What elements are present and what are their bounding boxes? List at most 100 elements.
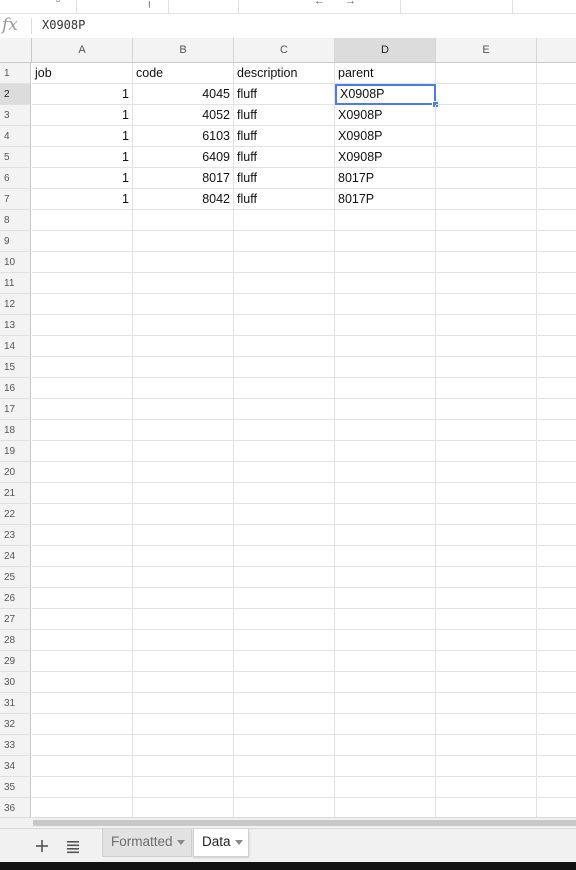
cell-a16[interactable]: [32, 378, 133, 399]
cell-e29[interactable]: [436, 651, 537, 672]
cell-a19[interactable]: [32, 441, 133, 462]
cell-b11[interactable]: [133, 273, 234, 294]
row-header[interactable]: 2: [0, 84, 31, 105]
cell-a35[interactable]: [32, 777, 133, 798]
cell-e33[interactable]: [436, 735, 537, 756]
cell-overflow[interactable]: [537, 231, 576, 252]
row-header[interactable]: 25: [0, 567, 31, 588]
cell-c17[interactable]: [234, 399, 335, 420]
cell-c18[interactable]: [234, 420, 335, 441]
cell-c3[interactable]: fluff: [234, 105, 335, 126]
cell-e2[interactable]: [436, 84, 537, 105]
cell-overflow[interactable]: [537, 735, 576, 756]
toolbar-icon[interactable]: ╷: [146, 0, 153, 8]
cell-d35[interactable]: [335, 777, 436, 798]
row-header[interactable]: 4: [0, 126, 31, 147]
cell-b36[interactable]: [133, 798, 234, 817]
cell-b34[interactable]: [133, 756, 234, 777]
row-header[interactable]: 11: [0, 273, 31, 294]
row-header[interactable]: 24: [0, 546, 31, 567]
row-header[interactable]: 31: [0, 693, 31, 714]
cell-e20[interactable]: [436, 462, 537, 483]
cell-a8[interactable]: [32, 210, 133, 231]
cell-d33[interactable]: [335, 735, 436, 756]
cell-c35[interactable]: [234, 777, 335, 798]
cell-overflow[interactable]: [537, 357, 576, 378]
row-header[interactable]: 34: [0, 756, 31, 777]
cell-d3[interactable]: X0908P: [335, 105, 436, 126]
cell-e28[interactable]: [436, 630, 537, 651]
row-header[interactable]: 17: [0, 399, 31, 420]
cell-c13[interactable]: [234, 315, 335, 336]
formula-input[interactable]: X0908P: [42, 18, 85, 32]
cell-a26[interactable]: [32, 588, 133, 609]
cell-b7[interactable]: 8042: [133, 189, 234, 210]
cell-a7[interactable]: 1: [32, 189, 133, 210]
cell-a1[interactable]: job: [32, 63, 133, 84]
cell-b17[interactable]: [133, 399, 234, 420]
cell-d13[interactable]: [335, 315, 436, 336]
cell-e34[interactable]: [436, 756, 537, 777]
row-header[interactable]: 16: [0, 378, 31, 399]
cell-b24[interactable]: [133, 546, 234, 567]
cell-e22[interactable]: [436, 504, 537, 525]
cell-a3[interactable]: 1: [32, 105, 133, 126]
cell-e3[interactable]: [436, 105, 537, 126]
cell-b33[interactable]: [133, 735, 234, 756]
cell-a30[interactable]: [32, 672, 133, 693]
cell-e16[interactable]: [436, 378, 537, 399]
sheet-tab-formatted[interactable]: Formatted: [102, 829, 192, 857]
row-header[interactable]: 27: [0, 609, 31, 630]
cell-d23[interactable]: [335, 525, 436, 546]
cell-a25[interactable]: [32, 567, 133, 588]
cell-e17[interactable]: [436, 399, 537, 420]
cell-d28[interactable]: [335, 630, 436, 651]
cell-a29[interactable]: [32, 651, 133, 672]
cell-b20[interactable]: [133, 462, 234, 483]
cell-a23[interactable]: [32, 525, 133, 546]
cell-a10[interactable]: [32, 252, 133, 273]
cell-e18[interactable]: [436, 420, 537, 441]
cell-e14[interactable]: [436, 336, 537, 357]
row-header[interactable]: 19: [0, 441, 31, 462]
cell-d12[interactable]: [335, 294, 436, 315]
cell-a20[interactable]: [32, 462, 133, 483]
cell-e15[interactable]: [436, 357, 537, 378]
row-header[interactable]: 10: [0, 252, 31, 273]
cell-c29[interactable]: [234, 651, 335, 672]
cell-d34[interactable]: [335, 756, 436, 777]
row-header[interactable]: 7: [0, 189, 31, 210]
cell-a22[interactable]: [32, 504, 133, 525]
cell-a14[interactable]: [32, 336, 133, 357]
cell-c7[interactable]: fluff: [234, 189, 335, 210]
column-header-c[interactable]: C: [234, 38, 335, 62]
cell-overflow[interactable]: [537, 252, 576, 273]
cell-e13[interactable]: [436, 315, 537, 336]
row-header[interactable]: 29: [0, 651, 31, 672]
cell-a31[interactable]: [32, 693, 133, 714]
cell-b29[interactable]: [133, 651, 234, 672]
row-header[interactable]: 35: [0, 777, 31, 798]
cell-c20[interactable]: [234, 462, 335, 483]
cell-c9[interactable]: [234, 231, 335, 252]
cell-a2[interactable]: 1: [32, 84, 133, 105]
column-header-d[interactable]: D: [335, 38, 436, 62]
cell-e30[interactable]: [436, 672, 537, 693]
cell-d11[interactable]: [335, 273, 436, 294]
cell-b6[interactable]: 8017: [133, 168, 234, 189]
cell-d29[interactable]: [335, 651, 436, 672]
cell-b4[interactable]: 6103: [133, 126, 234, 147]
cell-b13[interactable]: [133, 315, 234, 336]
row-header[interactable]: 30: [0, 672, 31, 693]
cell-e12[interactable]: [436, 294, 537, 315]
cell-c30[interactable]: [234, 672, 335, 693]
cell-b3[interactable]: 4052: [133, 105, 234, 126]
cell-c12[interactable]: [234, 294, 335, 315]
cell-overflow[interactable]: [537, 441, 576, 462]
cell-a13[interactable]: [32, 315, 133, 336]
cell-b28[interactable]: [133, 630, 234, 651]
row-header[interactable]: 9: [0, 231, 31, 252]
cell-b15[interactable]: [133, 357, 234, 378]
cell-a33[interactable]: [32, 735, 133, 756]
cell-overflow[interactable]: [537, 630, 576, 651]
